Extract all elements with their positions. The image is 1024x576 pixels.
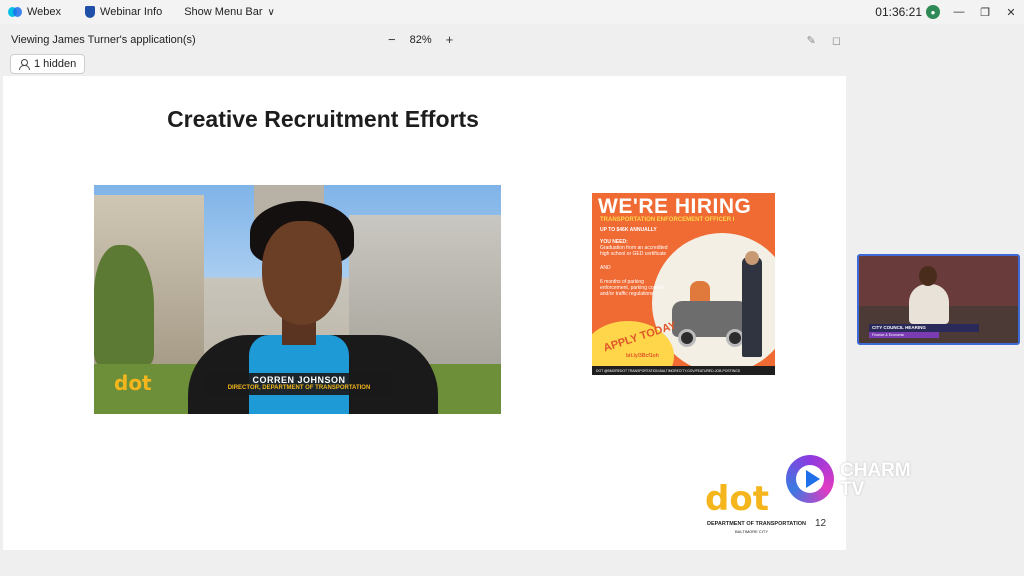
camera-lower-third-sub: Finance & Economic [869, 332, 939, 338]
dot-logo-subtitle: DEPARTMENT OF TRANSPORTATION [707, 521, 806, 527]
person-icon [19, 59, 30, 70]
share-toolbar: Viewing James Turner's application(s) − … [0, 26, 1024, 52]
title-bar: Webex Webinar Info Show Menu Bar ∨ 01:36… [0, 0, 1024, 24]
zoom-controls: − 82% + [388, 32, 453, 47]
lower-third-name: CORREN JOHNSON [252, 375, 346, 385]
meeting-timer: 01:36:21 [875, 5, 922, 19]
chevron-down-icon: ∨ [267, 6, 275, 18]
webex-logo-icon [8, 7, 22, 17]
camera-lower-third: CITY COUNCIL HEARING [869, 324, 979, 332]
poster-req1: Graduation from an accredited high schoo… [600, 245, 668, 257]
poster-salary: UP TO $46K ANNUALLY [600, 227, 657, 233]
show-menu-bar-label: Show Menu Bar [184, 6, 263, 18]
share-right-icons: ✎ ◻ [807, 34, 841, 47]
minimize-button[interactable]: — [946, 0, 972, 24]
camera-thumbnail[interactable]: CITY COUNCIL HEARING Finance & Economic [857, 254, 1020, 345]
dot-logo-city: BALTIMORE CITY [735, 529, 769, 534]
hidden-participants-button[interactable]: 1 hidden [10, 54, 85, 74]
webex-app-button[interactable]: Webex [0, 0, 69, 24]
poster-url: bit.ly/3Bcf1oh [626, 353, 659, 359]
slide-page-number: 12 [815, 518, 827, 529]
shield-icon [85, 6, 96, 18]
close-button[interactable]: ✕ [998, 0, 1024, 24]
dot-logo: dot [705, 479, 769, 519]
poster-req2: 6 months of parking enforcement, parking… [600, 279, 665, 297]
poster-and: AND [600, 265, 611, 271]
pop-out-icon[interactable]: ◻ [832, 34, 841, 47]
window-controls: — ❐ ✕ [946, 0, 1024, 24]
dot-logo-small: dot [114, 371, 152, 395]
app-name: Webex [27, 6, 62, 18]
hiring-poster: WE'RE HIRING TRANSPORTATION ENFORCEMENT … [592, 193, 775, 375]
poster-footer: DOT @BMOREDOT TRANSPORTATION.BALTIMORECI… [592, 366, 775, 375]
share-title: Viewing James Turner's application(s) [11, 34, 196, 46]
hidden-count-label: 1 hidden [34, 58, 77, 70]
director-photo: dot CORREN JOHNSON DIRECTOR, DEPARTMENT … [94, 185, 501, 414]
zoom-out-button[interactable]: − [388, 32, 396, 47]
restore-button[interactable]: ❐ [972, 0, 998, 24]
poster-position: TRANSPORTATION ENFORCEMENT OFFICER I [600, 217, 735, 223]
poster-headline: WE'RE HIRING [598, 195, 752, 218]
zoom-level: 82% [409, 33, 432, 46]
webinar-info-button[interactable]: Webinar Info [77, 0, 170, 24]
zoom-in-button[interactable]: + [446, 32, 454, 47]
charm-tv-watermark: CHARM TV [840, 460, 911, 500]
webinar-info-label: Webinar Info [100, 6, 163, 18]
annotate-icon[interactable]: ✎ [807, 34, 816, 47]
slide-title: Creative Recruitment Efforts [167, 106, 479, 132]
officer-illustration [742, 257, 762, 357]
show-menu-bar-button[interactable]: Show Menu Bar ∨ [176, 0, 283, 24]
connection-status-icon[interactable]: ● [926, 5, 940, 19]
play-icon [806, 470, 820, 488]
lower-third-role: DIRECTOR, DEPARTMENT OF TRANSPORTATION [227, 385, 371, 391]
lower-third: CORREN JOHNSON DIRECTOR, DEPARTMENT OF T… [206, 373, 392, 395]
shared-slide: Creative Recruitment Efforts dot CORREN … [3, 76, 846, 550]
